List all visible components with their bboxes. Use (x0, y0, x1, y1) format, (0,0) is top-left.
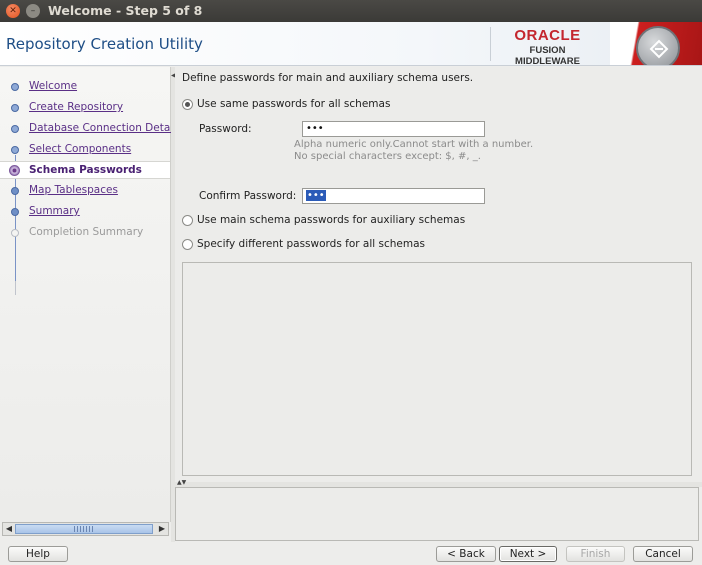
radio-different-passwords[interactable]: Specify different passwords for all sche… (182, 237, 482, 253)
confirm-password-value: ••• (306, 190, 326, 201)
step-done-icon (11, 104, 19, 112)
finish-button: Finish (566, 546, 625, 562)
next-button[interactable]: Next > (499, 546, 557, 562)
scrollbar-thumb[interactable] (15, 524, 153, 534)
app-title: Repository Creation Utility (6, 35, 203, 53)
nav-item-label: Summary (29, 205, 80, 217)
app-header: Repository Creation Utility ORACLE FUSIO… (0, 22, 702, 67)
collapse-arrow-icon[interactable]: ▲▼ (177, 479, 186, 486)
nav-item-label: Create Repository (29, 101, 124, 113)
radio-main-schema-passwords[interactable]: Use main schema passwords for auxiliary … (182, 213, 502, 229)
step-navigation: Welcome Create Repository Database Conne… (0, 67, 182, 522)
nav-item-create-repository[interactable]: Create Repository (0, 99, 170, 117)
password-hint-line1: Alpha numeric only.Cannot start with a n… (294, 139, 534, 150)
logo-product: FUSION MIDDLEWARE (515, 45, 580, 67)
nav-item-welcome[interactable]: Welcome (0, 78, 170, 96)
schema-table-area (182, 262, 692, 476)
step-done-icon (11, 125, 19, 133)
radio-label: Specify different passwords for all sche… (197, 238, 426, 250)
radio-button[interactable] (182, 239, 193, 250)
step-todo-icon (11, 208, 19, 216)
step-pending-icon (11, 229, 19, 237)
step-todo-icon (11, 187, 19, 195)
nav-item-map-tablespaces[interactable]: Map Tablespaces (0, 182, 170, 200)
window-title: Welcome - Step 5 of 8 (48, 3, 203, 18)
nav-item-database-connection-details[interactable]: Database Connection Details (0, 120, 182, 138)
step-done-icon (11, 146, 19, 154)
nav-item-select-components[interactable]: Select Components (0, 141, 170, 159)
nav-item-label: Schema Passwords (29, 164, 142, 176)
logo-brand: ORACLE (514, 27, 581, 44)
radio-label: Use same passwords for all schemas (197, 98, 391, 110)
password-label: Password: (199, 123, 252, 135)
confirm-password-label: Confirm Password: (199, 190, 297, 202)
window-titlebar: ✕ – Welcome - Step 5 of 8 (0, 0, 702, 22)
scroll-right-icon[interactable]: ▶ (156, 523, 168, 535)
nav-item-label: Welcome (29, 80, 78, 92)
nav-item-schema-passwords[interactable]: Schema Passwords (0, 161, 170, 179)
header-decoration (610, 22, 702, 65)
scrollbar-grip (74, 526, 94, 532)
nav-horizontal-scrollbar[interactable]: ◀ ▶ (2, 522, 169, 536)
password-hint-line2: No special characters except: $, #, _. (294, 151, 481, 162)
gear-emblem-icon (636, 26, 680, 65)
nav-item-label: Database Connection Details (29, 122, 182, 134)
nav-item-label: Select Components (29, 143, 132, 155)
scroll-left-icon[interactable]: ◀ (3, 523, 15, 535)
radio-same-passwords[interactable]: Use same passwords for all schemas (182, 97, 482, 113)
oracle-logo: ORACLE FUSION MIDDLEWARE (490, 27, 598, 67)
radio-label: Use main schema passwords for auxiliary … (197, 214, 466, 226)
password-field[interactable]: ••• (302, 121, 485, 137)
back-button[interactable]: < Back (436, 546, 496, 562)
radio-button[interactable] (182, 215, 193, 226)
help-button[interactable]: Help (8, 546, 68, 562)
nav-item-label: Completion Summary (29, 226, 144, 238)
schema-passwords-panel: Define passwords for main and auxiliary … (175, 67, 702, 482)
nav-item-completion-summary: Completion Summary (0, 224, 170, 242)
radio-button[interactable] (182, 99, 193, 110)
minimize-window-icon[interactable]: – (26, 4, 40, 18)
nav-pending-line (15, 281, 16, 295)
step-done-icon (11, 83, 19, 91)
close-window-icon[interactable]: ✕ (6, 4, 20, 18)
message-area (175, 487, 699, 541)
password-value: ••• (306, 123, 324, 134)
confirm-password-field[interactable]: ••• (302, 188, 485, 204)
nav-item-summary[interactable]: Summary (0, 203, 170, 221)
intro-text: Define passwords for main and auxiliary … (182, 72, 474, 84)
nav-item-label: Map Tablespaces (29, 184, 118, 196)
cancel-button[interactable]: Cancel (633, 546, 693, 562)
step-current-icon (9, 165, 20, 176)
